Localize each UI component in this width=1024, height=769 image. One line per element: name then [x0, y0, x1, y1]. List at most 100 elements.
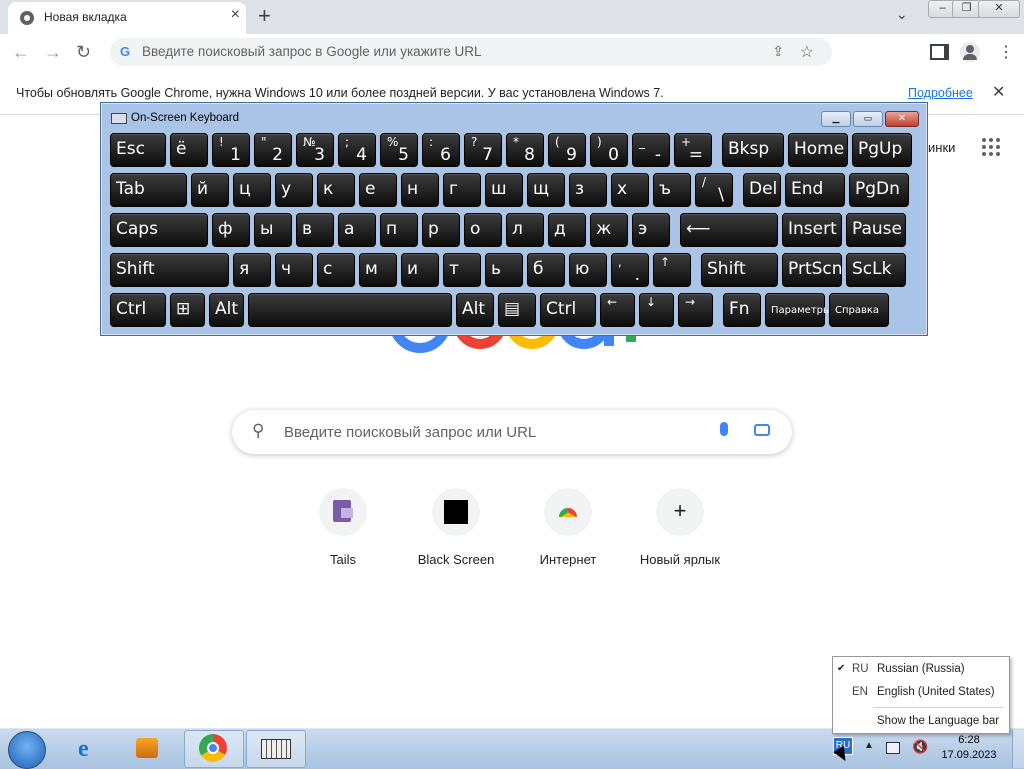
osk-key[interactable]: ⟵ — [680, 213, 778, 247]
osk-key[interactable]: и — [401, 253, 439, 287]
osk-key[interactable]: PgDn — [849, 173, 909, 207]
osk-key[interactable]: Del — [743, 173, 781, 207]
volume-muted-icon[interactable]: 🔇 — [912, 739, 928, 755]
osk-key[interactable]: э — [632, 213, 670, 247]
shortcut-internet[interactable]: Интернет — [512, 488, 624, 567]
osk-key[interactable]: Pause — [846, 213, 906, 247]
forward-icon[interactable]: → — [44, 42, 62, 63]
osk-key[interactable]: д — [548, 213, 586, 247]
osk-key[interactable]: л — [506, 213, 544, 247]
start-button[interactable] — [8, 731, 46, 769]
osk-key[interactable]: б — [527, 253, 565, 287]
osk-key[interactable]: → — [678, 293, 713, 327]
osk-title-bar[interactable]: On-Screen Keyboard ▁ ▭ ✕ — [101, 103, 927, 131]
osk-key[interactable]: ё — [170, 133, 208, 167]
osk-key[interactable]: у — [275, 173, 313, 207]
osk-key[interactable]: м — [359, 253, 397, 287]
osk-key[interactable]: ⊞ — [170, 293, 205, 327]
osk-key[interactable]: ▤ — [498, 293, 536, 327]
show-desktop-button[interactable] — [1012, 730, 1024, 768]
google-apps-icon[interactable] — [982, 138, 1000, 156]
osk-key[interactable]: ф — [212, 213, 250, 247]
osk-key[interactable]: й — [191, 173, 229, 207]
osk-maximize-button[interactable]: ▭ — [853, 111, 883, 127]
infobar-more-link[interactable]: Подробнее — [908, 86, 973, 100]
osk-key[interactable]: ? 7 — [464, 133, 502, 167]
show-language-bar-item[interactable]: Show the Language bar — [833, 711, 1009, 733]
back-icon[interactable]: ← — [12, 42, 30, 63]
osk-key[interactable]: к — [317, 173, 355, 207]
show-hidden-icons[interactable]: ▲ — [864, 740, 874, 751]
osk-key[interactable]: Caps — [110, 213, 208, 247]
osk-key[interactable]: (9 — [548, 133, 586, 167]
reload-icon[interactable]: ↻ — [76, 42, 91, 63]
osk-key[interactable]: ) 0 — [590, 133, 628, 167]
close-tab-icon[interactable]: × — [231, 6, 240, 24]
osk-key[interactable]: " 2 — [254, 133, 292, 167]
osk-key[interactable]: :6 — [422, 133, 460, 167]
new-tab-button[interactable]: + — [258, 3, 271, 29]
menu-dots-icon[interactable]: ⋮ — [998, 42, 1014, 62]
clock[interactable]: 6:28 17.09.2023 — [940, 733, 998, 763]
ntp-links-text[interactable]: инки — [928, 140, 955, 155]
taskbar-media-player[interactable] — [120, 730, 178, 766]
share-icon[interactable]: ⇪ — [772, 43, 784, 60]
side-panel-icon[interactable] — [930, 44, 949, 60]
taskbar-internet-explorer[interactable]: e — [62, 730, 120, 766]
osk-key[interactable]: Alt — [456, 293, 494, 327]
osk-key[interactable]: а — [338, 213, 376, 247]
osk-key[interactable]: ; 4 — [338, 133, 376, 167]
osk-key[interactable]: п — [380, 213, 418, 247]
osk-key[interactable]: ю — [569, 253, 607, 287]
osk-key[interactable]: ы — [254, 213, 292, 247]
osk-key[interactable]: Tab — [110, 173, 187, 207]
infobar-close-icon[interactable]: ✕ — [992, 82, 1005, 102]
osk-key[interactable]: ъ — [653, 173, 691, 207]
osk-key[interactable]: Bksp — [722, 133, 784, 167]
osk-key[interactable]: ! 1 — [212, 133, 250, 167]
taskbar-chrome[interactable] — [184, 730, 244, 768]
osk-key[interactable]: % 5 — [380, 133, 418, 167]
osk-key[interactable]: ь — [485, 253, 523, 287]
osk-key[interactable]: ↑ — [653, 253, 691, 287]
osk-minimize-button[interactable]: ▁ — [821, 111, 851, 127]
osk-key[interactable]: о — [464, 213, 502, 247]
osk-key[interactable]: Shift — [110, 253, 229, 287]
osk-key[interactable]: р — [422, 213, 460, 247]
ntp-search-box[interactable]: ⚲ Введите поисковый запрос или URL — [232, 410, 792, 454]
osk-key[interactable]: з — [569, 173, 607, 207]
osk-key[interactable]: Ctrl — [540, 293, 596, 327]
network-icon[interactable] — [886, 742, 900, 754]
taskbar-on-screen-keyboard[interactable] — [246, 730, 306, 768]
osk-key[interactable]: ц — [233, 173, 271, 207]
osk-key[interactable]: Справка — [829, 293, 889, 327]
tab-new-tab[interactable]: Новая вкладка × — [8, 2, 246, 34]
osk-key[interactable]: с — [317, 253, 355, 287]
google-lens-icon[interactable] — [754, 424, 770, 436]
osk-key[interactable]: ж — [590, 213, 628, 247]
osk-key[interactable]: / \ — [695, 173, 733, 207]
shortcut-tails[interactable]: Tails — [287, 488, 399, 567]
osk-key[interactable]: * 8 — [506, 133, 544, 167]
microphone-icon[interactable] — [720, 422, 728, 436]
osk-key[interactable]: Insert — [782, 213, 842, 247]
omnibox[interactable]: G Введите поисковый запрос в Google или … — [110, 38, 832, 66]
profile-avatar-icon[interactable] — [960, 42, 980, 62]
osk-key[interactable]: ← — [600, 293, 635, 327]
osk-key[interactable]: № 3 — [296, 133, 334, 167]
bookmark-star-icon[interactable]: ☆ — [800, 42, 814, 62]
osk-key[interactable]: х — [611, 173, 649, 207]
osk-key[interactable]: ч — [275, 253, 313, 287]
osk-key[interactable]: Alt — [209, 293, 244, 327]
osk-key[interactable]: Ctrl — [110, 293, 166, 327]
osk-key[interactable]: н — [401, 173, 439, 207]
osk-key[interactable] — [248, 293, 452, 327]
osk-key[interactable]: я — [233, 253, 271, 287]
osk-key[interactable]: Fn — [723, 293, 761, 327]
osk-key[interactable]: г — [443, 173, 481, 207]
shortcut-add[interactable]: + Новый ярлык — [624, 488, 736, 567]
osk-key[interactable]: Параметры — [765, 293, 831, 327]
osk-key[interactable]: ,. — [611, 253, 649, 287]
osk-key[interactable]: ↓ — [639, 293, 674, 327]
osk-key[interactable]: щ — [527, 173, 565, 207]
